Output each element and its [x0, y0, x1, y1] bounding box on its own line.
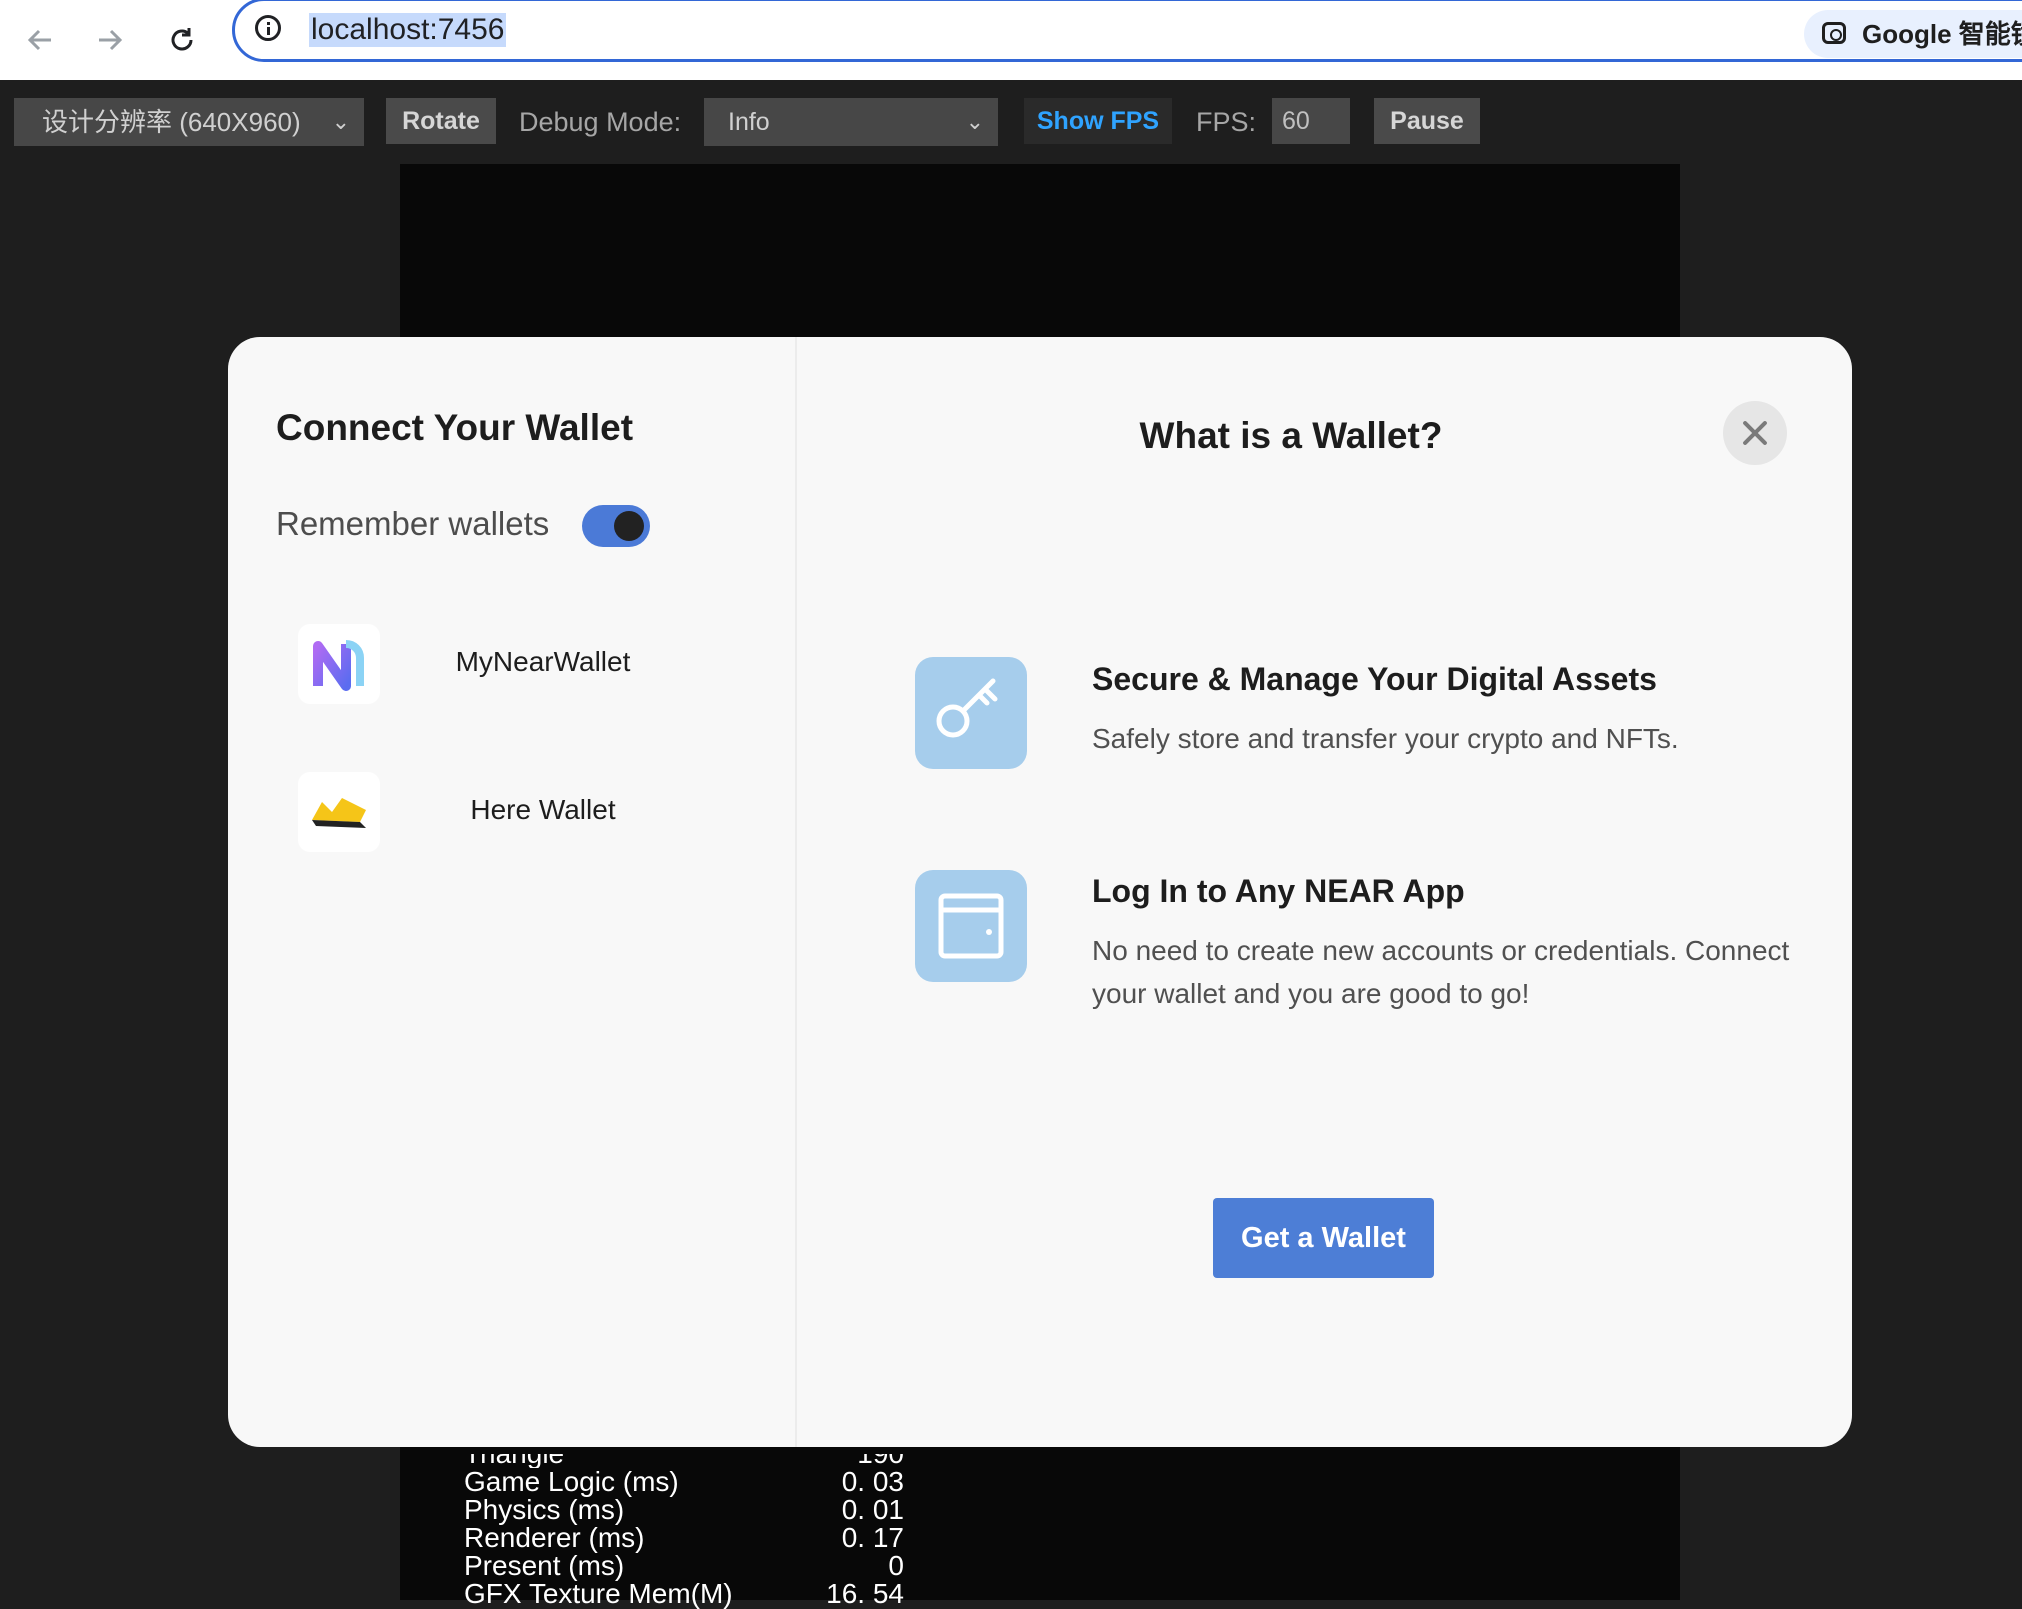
back-arrow-icon[interactable] — [12, 12, 68, 68]
stat-row: Renderer (ms) 0. 17 — [464, 1522, 904, 1553]
get-a-wallet-button[interactable]: Get a Wallet — [1213, 1198, 1434, 1278]
fps-label: FPS: — [1196, 107, 1257, 137]
wallet-name: MyNearWallet — [455, 646, 631, 677]
browser-toolbar: localhost:7456 Google 智能镜 — [0, 0, 2022, 81]
address-bar[interactable]: localhost:7456 — [232, 0, 2022, 62]
mynearwallet-logo-icon — [298, 624, 380, 704]
url-text[interactable]: localhost:7456 — [309, 13, 507, 47]
chevron-down-icon: ⌄ — [965, 109, 984, 134]
close-icon[interactable] — [1723, 401, 1787, 465]
resolution-select[interactable]: 设计分辨率 (640X960) ⌄ — [14, 98, 364, 146]
forward-arrow-icon[interactable] — [82, 12, 138, 68]
chevron-down-icon: ⌄ — [331, 109, 350, 134]
remember-wallets-toggle[interactable] — [582, 505, 650, 547]
remember-wallets-label: Remember wallets — [276, 505, 550, 542]
debug-mode-label: Debug Mode: — [519, 107, 682, 137]
feature-title: Secure & Manage Your Digital Assets — [1092, 661, 1657, 697]
lens-icon — [1822, 22, 1846, 44]
site-info-icon[interactable] — [255, 15, 281, 41]
debug-mode-value: Info — [728, 108, 770, 136]
here-wallet-logo-icon — [298, 772, 380, 852]
google-chip-label: Google 智能镜 — [1862, 19, 2022, 49]
feature-description: No need to create new accounts or creden… — [1092, 935, 1790, 1009]
wallet-icon — [915, 870, 1027, 982]
profiler-stats: Triangle 190 Game Logic (ms) 0. 03 Physi… — [464, 1454, 904, 1608]
fps-input[interactable]: 60 — [1272, 98, 1350, 144]
resolution-select-value: 设计分辨率 (640X960) — [42, 107, 301, 137]
stat-row: GFX Texture Mem(M) 16. 54 — [464, 1578, 904, 1609]
wallet-name: Here Wallet — [470, 794, 616, 825]
wallet-selector-modal: Connect Your Wallet Remember wallets MyN… — [228, 337, 1852, 1447]
google-lens-chip[interactable]: Google 智能镜 — [1804, 10, 2022, 58]
debug-mode-select[interactable]: Info ⌄ — [704, 98, 998, 146]
wallet-option-mynearwallet[interactable]: MyNearWallet — [298, 624, 758, 708]
toggle-knob — [614, 511, 644, 541]
rotate-button[interactable]: Rotate — [386, 98, 496, 144]
reload-icon[interactable] — [154, 12, 210, 68]
info-title: What is a Wallet? — [1139, 415, 1443, 456]
feature-description: Safely store and transfer your crypto an… — [1092, 723, 1679, 754]
wallet-option-here-wallet[interactable]: Here Wallet — [298, 772, 758, 856]
pause-button[interactable]: Pause — [1374, 98, 1480, 144]
stat-row: Physics (ms) 0. 01 — [464, 1494, 904, 1525]
stat-row: Game Logic (ms) 0. 03 — [464, 1466, 904, 1497]
modal-title: Connect Your Wallet — [276, 407, 634, 448]
dev-toolbar: 设计分辨率 (640X960) ⌄ Rotate Debug Mode: Inf… — [0, 80, 2022, 164]
show-fps-button[interactable]: Show FPS — [1024, 98, 1172, 144]
feature-title: Log In to Any NEAR App — [1092, 873, 1465, 909]
wallet-list-panel: Connect Your Wallet Remember wallets MyN… — [228, 337, 797, 1447]
stat-row: Present (ms) 0 — [464, 1550, 904, 1581]
wallet-info-panel: What is a Wallet? Secure & Manage Your D… — [795, 337, 1852, 1447]
key-icon — [915, 657, 1027, 769]
